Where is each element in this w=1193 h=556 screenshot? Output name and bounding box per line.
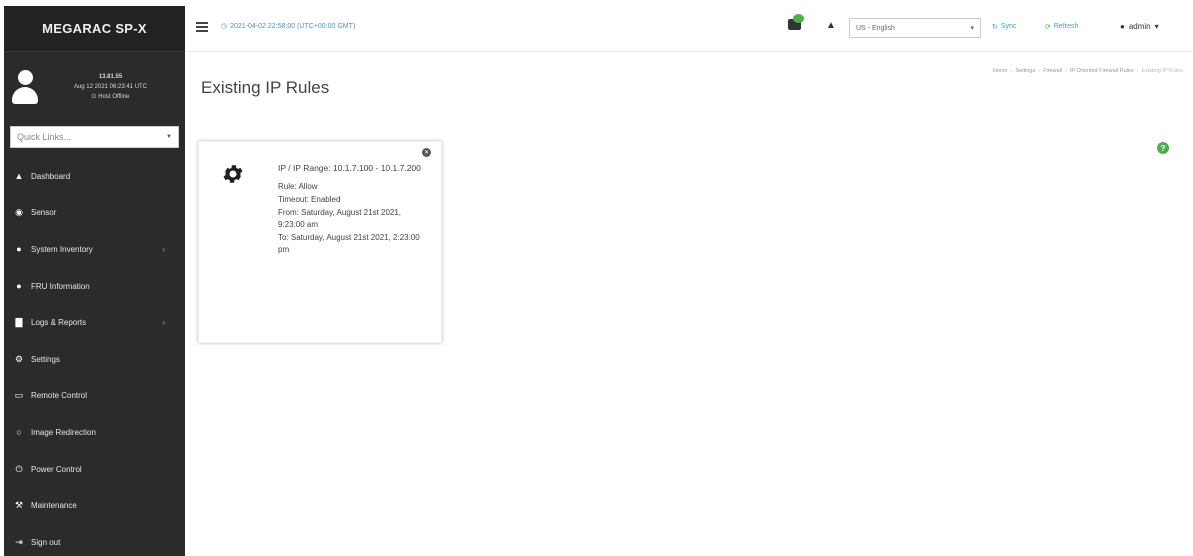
sidebar-item-sign-out[interactable]: ⇥ Sign out: [4, 524, 185, 556]
breadcrumb-separator: ›: [1010, 68, 1013, 74]
info-icon: ●: [16, 281, 22, 292]
sidebar-item-power-control[interactable]: ⏻ Power Control: [4, 451, 185, 488]
rule-to: To: Saturday, August 21st 2021, 2:23:00 …: [278, 233, 420, 254]
clock-icon: ◷: [221, 23, 228, 30]
quick-links-select[interactable]: Quick Links... ▼: [10, 126, 179, 148]
user-panel: 13.81.55 Aug 12 2021 06:23:41 UTC ⏻ Host…: [4, 52, 185, 122]
language-select[interactable]: US - English ▾: [849, 18, 981, 38]
gear-icon: [223, 165, 243, 183]
sidebar-item-sensor[interactable]: ◉ Sensor: [4, 195, 185, 232]
sidebar-item-label: Sensor: [31, 208, 57, 218]
sidebar-item-label: System Inventory: [31, 244, 93, 254]
user-menu-label: admin: [1128, 22, 1151, 31]
disc-icon: ○: [16, 427, 22, 438]
chevron-right-icon: ›: [162, 318, 165, 328]
sidebar-item-dashboard[interactable]: ▲ Dashboard: [4, 158, 185, 195]
user-menu[interactable]: ● admin ▾: [1120, 22, 1159, 31]
warning-icon[interactable]: ▲: [826, 20, 836, 31]
language-value: US - English: [856, 24, 895, 32]
breadcrumb-item[interactable]: Firewall: [1043, 68, 1062, 74]
user-info: 13.81.55 Aug 12 2021 06:23:41 UTC ⏻ Host…: [46, 72, 185, 102]
rule-ip-range: IP / IP Range: 10.1.7.100 - 10.1.7.200: [278, 163, 421, 173]
sidebar-item-label: Logs & Reports: [31, 318, 87, 328]
caret-down-icon: ▾: [1154, 22, 1159, 31]
sync-label: Sync: [1000, 23, 1017, 30]
sidebar-item-fru-information[interactable]: ● FRU Information: [4, 268, 185, 305]
firmware-version: 13.81.55: [98, 74, 123, 80]
sync-button[interactable]: ↻ Sync: [992, 23, 1016, 31]
sidebar-item-remote-control[interactable]: ▭ Remote Control: [4, 378, 185, 415]
breadcrumb-item[interactable]: Settings: [1015, 68, 1035, 74]
monitor-icon: ▭: [14, 390, 24, 401]
breadcrumb-separator: ›: [1065, 68, 1067, 74]
rule-details: IP / IP Range: 10.1.7.100 - 10.1.7.200 R…: [278, 160, 428, 257]
chevron-right-icon: ›: [162, 244, 165, 254]
sidebar-item-settings[interactable]: ⚙ Settings: [4, 341, 185, 378]
power-icon: ⏻: [15, 463, 23, 474]
host-status-label: Host Offline: [98, 94, 130, 100]
refresh-button[interactable]: ⟳ Refresh: [1045, 23, 1078, 31]
sidebar-item-logs-reports[interactable]: ▇ Logs & Reports ›: [4, 304, 185, 341]
header-datetime: ◷ 2021-04-02 22:58:00 (UTC+00:00 GMT): [221, 22, 356, 31]
caret-down-icon: ▾: [970, 25, 974, 32]
wrench-icon: ⚒: [14, 500, 24, 511]
delete-rule-icon[interactable]: ✕: [422, 148, 431, 157]
sidebar-item-maintenance[interactable]: ⚒ Maintenance: [4, 487, 185, 524]
home-icon: ▲: [14, 171, 24, 182]
brand-logo: MEGARAC SP-X: [4, 6, 185, 52]
ip-rule-card[interactable]: ✕ IP / IP Range: 10.1.7.100 - 10.1.7.200…: [198, 141, 442, 343]
bar-chart-icon: ▇: [15, 317, 23, 328]
sidebar-item-system-inventory[interactable]: ● System Inventory ›: [4, 231, 185, 268]
sidebar-item-label: FRU Information: [31, 281, 90, 291]
user-datetime: Aug 12 2021 06:23:41 UTC: [73, 84, 148, 90]
caret-down-icon: ▼: [166, 134, 172, 140]
breadcrumb-item[interactable]: IP Oriented Firewall Rules: [1070, 68, 1134, 74]
breadcrumb-item[interactable]: Home: [993, 68, 1008, 74]
sidebar-item-label: Power Control: [31, 464, 82, 474]
sidebar-item-label: Remote Control: [31, 391, 88, 401]
power-icon: ⏻: [91, 94, 97, 100]
notification-icon[interactable]: [788, 14, 804, 32]
breadcrumb-separator: ›: [1136, 68, 1139, 74]
sidebar-item-image-redirection[interactable]: ○ Image Redirection: [4, 414, 185, 451]
help-icon[interactable]: ?: [1157, 142, 1169, 154]
sync-icon: ↻: [992, 24, 998, 31]
page-title: Existing IP Rules: [201, 78, 330, 97]
sidebar-item-label: Dashboard: [31, 171, 71, 181]
sidebar: MEGARAC SP-X 13.81.55 Aug 12 2021 06:23:…: [4, 6, 185, 556]
breadcrumb-item: Existing IP Rules: [1141, 68, 1183, 74]
user-icon: ●: [1120, 22, 1125, 31]
refresh-icon: ⟳: [1045, 24, 1051, 31]
rule-from: From: Saturday, August 21st 2021, 9:23:0…: [278, 208, 402, 229]
refresh-label: Refresh: [1053, 23, 1079, 30]
sidebar-item-label: Sign out: [31, 537, 61, 547]
sidebar-item-label: Maintenance: [31, 501, 77, 511]
info-icon: ●: [16, 244, 22, 255]
header-datetime-label: 2021-04-02 22:58:00 (UTC+00:00 GMT): [230, 22, 356, 30]
sign-out-icon: ⇥: [15, 536, 23, 547]
host-status: ⏻ Host Offline: [92, 92, 130, 102]
rule-timeout: Timeout: Enabled: [278, 195, 341, 204]
breadcrumb-separator: ›: [1038, 68, 1041, 74]
avatar: [12, 68, 38, 106]
top-bar: ◷ 2021-04-02 22:58:00 (UTC+00:00 GMT) ▲ …: [185, 6, 1193, 52]
sidebar-nav: ▲ Dashboard ◉ Sensor ● System Inventory › ● FRU …: [4, 158, 185, 556]
gear-icon: ⚙: [14, 353, 24, 364]
breadcrumb: Home › Settings › Firewall › IP Oriented Firew…: [993, 68, 1183, 74]
hamburger-menu-icon[interactable]: [196, 22, 208, 32]
rule-action: Rule: Allow: [278, 182, 318, 191]
quick-links-placeholder: Quick Links...: [17, 132, 72, 142]
sidebar-item-label: Image Redirection: [31, 427, 96, 437]
sidebar-item-label: Settings: [31, 354, 60, 364]
sensor-icon: ◉: [15, 207, 23, 218]
